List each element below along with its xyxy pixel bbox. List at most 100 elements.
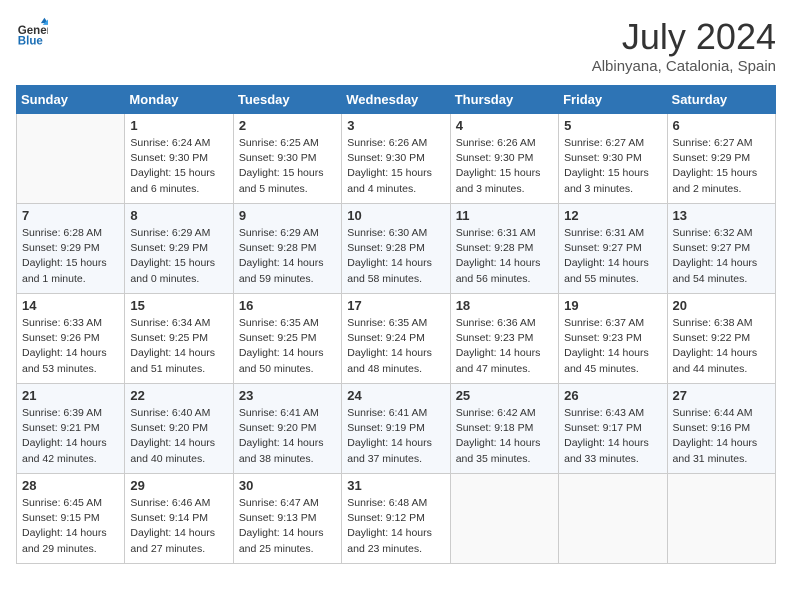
day-info: Sunrise: 6:28 AMSunset: 9:29 PMDaylight:… [22, 226, 119, 287]
day-number: 31 [347, 478, 444, 493]
day-number: 17 [347, 298, 444, 313]
day-info: Sunrise: 6:35 AMSunset: 9:24 PMDaylight:… [347, 316, 444, 377]
day-info: Sunrise: 6:26 AMSunset: 9:30 PMDaylight:… [347, 136, 444, 197]
weekday-header-tuesday: Tuesday [233, 86, 341, 114]
calendar-cell: 30 Sunrise: 6:47 AMSunset: 9:13 PMDayligh… [233, 474, 341, 564]
calendar-cell: 14 Sunrise: 6:33 AMSunset: 9:26 PMDayligh… [17, 294, 125, 384]
calendar-cell [559, 474, 667, 564]
calendar-cell: 29Sunrise: 6:46 AMSunset: 9:14 PMDayligh… [125, 474, 233, 564]
weekday-header-sunday: Sunday [17, 86, 125, 114]
calendar-cell: 4Sunrise: 6:26 AMSunset: 9:30 PMDaylight… [450, 114, 558, 204]
logo-icon: General Blue [16, 16, 48, 48]
day-info: Sunrise: 6:27 AMSunset: 9:29 PMDaylight:… [673, 136, 770, 197]
calendar-cell: 15 Sunrise: 6:34 AMSunset: 9:25 PMDayligh… [125, 294, 233, 384]
day-number: 18 [456, 298, 553, 313]
title-block: July 2024 Albinyana, Catalonia, Spain [592, 16, 776, 75]
calendar-cell [17, 114, 125, 204]
page-header: General Blue July 2024 Albinyana, Catalo… [16, 16, 776, 75]
day-info: Sunrise: 6:30 AMSunset: 9:28 PMDaylight:… [347, 226, 444, 287]
day-info: Sunrise: 6:43 AMSunset: 9:17 PMDaylight:… [564, 406, 661, 467]
calendar-week-row: 21 Sunrise: 6:39 AMSunset: 9:21 PMDayligh… [17, 384, 776, 474]
logo: General Blue [16, 16, 48, 48]
calendar-cell: 21 Sunrise: 6:39 AMSunset: 9:21 PMDayligh… [17, 384, 125, 474]
day-number: 20 [673, 298, 770, 313]
day-number: 24 [347, 388, 444, 403]
day-number: 22 [130, 388, 227, 403]
calendar-cell: 6 Sunrise: 6:27 AMSunset: 9:29 PMDaylight… [667, 114, 775, 204]
day-number: 14 [22, 298, 119, 313]
day-info: Sunrise: 6:48 AMSunset: 9:12 PMDaylight:… [347, 496, 444, 557]
day-number: 28 [22, 478, 119, 493]
calendar-week-row: 7 Sunrise: 6:28 AMSunset: 9:29 PMDaylight… [17, 204, 776, 294]
calendar-cell: 9 Sunrise: 6:29 AMSunset: 9:28 PMDaylight… [233, 204, 341, 294]
day-info: Sunrise: 6:32 AMSunset: 9:27 PMDaylight:… [673, 226, 770, 287]
day-info: Sunrise: 6:41 AMSunset: 9:20 PMDaylight:… [239, 406, 336, 467]
day-number: 30 [239, 478, 336, 493]
calendar-cell: 11 Sunrise: 6:31 AMSunset: 9:28 PMDayligh… [450, 204, 558, 294]
calendar-cell [667, 474, 775, 564]
day-number: 27 [673, 388, 770, 403]
day-number: 8 [130, 208, 227, 223]
calendar-cell: 26Sunrise: 6:43 AMSunset: 9:17 PMDayligh… [559, 384, 667, 474]
calendar-cell: 19Sunrise: 6:37 AMSunset: 9:23 PMDayligh… [559, 294, 667, 384]
day-number: 15 [130, 298, 227, 313]
calendar-cell: 12 Sunrise: 6:31 AMSunset: 9:27 PMDayligh… [559, 204, 667, 294]
day-number: 12 [564, 208, 661, 223]
day-info: Sunrise: 6:42 AMSunset: 9:18 PMDaylight:… [456, 406, 553, 467]
day-info: Sunrise: 6:40 AMSunset: 9:20 PMDaylight:… [130, 406, 227, 467]
day-number: 6 [673, 118, 770, 133]
calendar-cell: 24 Sunrise: 6:41 AMSunset: 9:19 PMDayligh… [342, 384, 450, 474]
day-info: Sunrise: 6:41 AMSunset: 9:19 PMDaylight:… [347, 406, 444, 467]
calendar-cell: 5 Sunrise: 6:27 AMSunset: 9:30 PMDaylight… [559, 114, 667, 204]
day-number: 7 [22, 208, 119, 223]
day-number: 9 [239, 208, 336, 223]
calendar-cell: 13 Sunrise: 6:32 AMSunset: 9:27 PMDayligh… [667, 204, 775, 294]
day-number: 23 [239, 388, 336, 403]
day-info: Sunrise: 6:47 AMSunset: 9:13 PMDaylight:… [239, 496, 336, 557]
day-info: Sunrise: 6:38 AMSunset: 9:22 PMDaylight:… [673, 316, 770, 377]
day-info: Sunrise: 6:33 AMSunset: 9:26 PMDaylight:… [22, 316, 119, 377]
calendar-week-row: 1Sunrise: 6:24 AMSunset: 9:30 PMDaylight… [17, 114, 776, 204]
day-info: Sunrise: 6:45 AMSunset: 9:15 PMDaylight:… [22, 496, 119, 557]
day-number: 5 [564, 118, 661, 133]
day-number: 1 [130, 118, 227, 133]
calendar-cell: 18Sunrise: 6:36 AMSunset: 9:23 PMDayligh… [450, 294, 558, 384]
calendar-cell: 16 Sunrise: 6:35 AMSunset: 9:25 PMDayligh… [233, 294, 341, 384]
calendar-cell: 3 Sunrise: 6:26 AMSunset: 9:30 PMDaylight… [342, 114, 450, 204]
calendar-header: SundayMondayTuesdayWednesdayThursdayFrid… [17, 86, 776, 114]
day-number: 11 [456, 208, 553, 223]
day-number: 21 [22, 388, 119, 403]
day-number: 10 [347, 208, 444, 223]
day-info: Sunrise: 6:39 AMSunset: 9:21 PMDaylight:… [22, 406, 119, 467]
calendar-cell: 8Sunrise: 6:29 AMSunset: 9:29 PMDaylight… [125, 204, 233, 294]
day-number: 3 [347, 118, 444, 133]
calendar-cell: 10 Sunrise: 6:30 AMSunset: 9:28 PMDayligh… [342, 204, 450, 294]
weekday-header-thursday: Thursday [450, 86, 558, 114]
calendar-cell [450, 474, 558, 564]
day-info: Sunrise: 6:31 AMSunset: 9:27 PMDaylight:… [564, 226, 661, 287]
calendar-cell: 17 Sunrise: 6:35 AMSunset: 9:24 PMDayligh… [342, 294, 450, 384]
day-number: 19 [564, 298, 661, 313]
calendar-cell: 22 Sunrise: 6:40 AMSunset: 9:20 PMDayligh… [125, 384, 233, 474]
weekday-header-row: SundayMondayTuesdayWednesdayThursdayFrid… [17, 86, 776, 114]
day-number: 4 [456, 118, 553, 133]
day-number: 16 [239, 298, 336, 313]
calendar-cell: 27 Sunrise: 6:44 AMSunset: 9:16 PMDayligh… [667, 384, 775, 474]
day-info: Sunrise: 6:31 AMSunset: 9:28 PMDaylight:… [456, 226, 553, 287]
calendar-cell: 7 Sunrise: 6:28 AMSunset: 9:29 PMDaylight… [17, 204, 125, 294]
day-info: Sunrise: 6:27 AMSunset: 9:30 PMDaylight:… [564, 136, 661, 197]
day-number: 13 [673, 208, 770, 223]
month-title: July 2024 [592, 16, 776, 58]
calendar-cell: 23 Sunrise: 6:41 AMSunset: 9:20 PMDayligh… [233, 384, 341, 474]
day-info: Sunrise: 6:35 AMSunset: 9:25 PMDaylight:… [239, 316, 336, 377]
day-info: Sunrise: 6:34 AMSunset: 9:25 PMDaylight:… [130, 316, 227, 377]
day-number: 2 [239, 118, 336, 133]
day-number: 29 [130, 478, 227, 493]
day-info: Sunrise: 6:29 AMSunset: 9:28 PMDaylight:… [239, 226, 336, 287]
day-info: Sunrise: 6:44 AMSunset: 9:16 PMDaylight:… [673, 406, 770, 467]
location-subtitle: Albinyana, Catalonia, Spain [592, 58, 776, 75]
calendar-cell: 25 Sunrise: 6:42 AMSunset: 9:18 PMDayligh… [450, 384, 558, 474]
weekday-header-friday: Friday [559, 86, 667, 114]
day-number: 25 [456, 388, 553, 403]
weekday-header-saturday: Saturday [667, 86, 775, 114]
